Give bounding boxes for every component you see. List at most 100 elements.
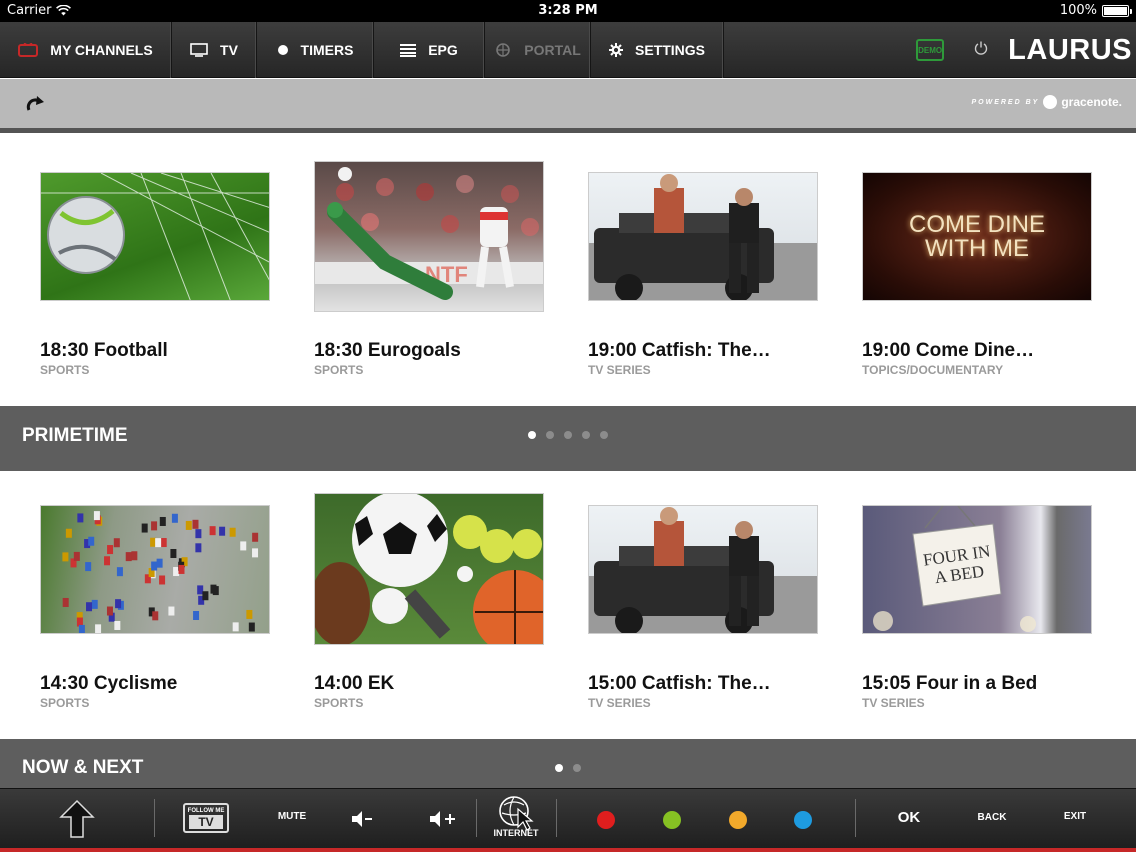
- volume-down-icon: [352, 811, 372, 827]
- follow-me-tv-label: TV: [189, 815, 223, 829]
- nav-my-channels-label: MY CHANNELS: [50, 42, 153, 58]
- powered-by-gracenote: POWERED BY gracenote.: [971, 95, 1122, 109]
- program-card[interactable]: NTF 18:30 Eurogoals SPORTS: [314, 138, 544, 406]
- program-card[interactable]: 15:00 Catfish: The… TV SERIES: [588, 471, 818, 739]
- refresh-icon[interactable]: [24, 94, 46, 116]
- program-category: SPORTS: [314, 363, 364, 377]
- come-dine-thumb-text: COME DINE WITH ME: [908, 210, 1045, 262]
- nav-portal[interactable]: PORTAL: [485, 22, 591, 78]
- nav-epg-label: EPG: [428, 42, 458, 58]
- program-card[interactable]: FOUR IN A BED 15:05 Four in a Bed TV SER…: [862, 471, 1092, 739]
- football-thumbnail: [40, 172, 270, 301]
- catfish-thumbnail: [588, 172, 818, 301]
- top-nav: MY CHANNELS TV TIMERS EPG PORTAL SETTING…: [0, 22, 1136, 78]
- program-title: 15:00 Catfish: The…: [588, 673, 771, 694]
- nav-settings-label: SETTINGS: [634, 42, 705, 58]
- record-dot-icon: [277, 45, 288, 55]
- mute-button[interactable]: MUTE: [272, 811, 312, 822]
- program-category: TV SERIES: [588, 696, 651, 710]
- page-dot[interactable]: [582, 431, 590, 439]
- come-dine-thumbnail: COME DINE WITH ME: [862, 172, 1092, 301]
- featured-row: 18:30 Football SPORTS NTF 18:30 Eurogoal…: [0, 138, 1136, 406]
- remote-control-bar: FOLLOW ME TV MUTE INTERNET OK BACK EXIT: [0, 788, 1136, 852]
- list-icon: [400, 43, 417, 57]
- monitor-icon: [190, 43, 208, 57]
- gracenote-brand: gracenote.: [1061, 95, 1122, 109]
- program-card[interactable]: 19:00 Catfish: The… TV SERIES: [588, 138, 818, 406]
- gear-icon: [608, 43, 623, 57]
- program-card[interactable]: COME DINE WITH ME 19:00 Come Dine… TOPIC…: [862, 138, 1092, 406]
- app-root: Carrier 3:28 PM 100% MY CHANNELS TV TIME…: [0, 0, 1136, 852]
- program-title: 18:30 Football: [40, 340, 168, 361]
- nav-right: DEMO LAURUS: [916, 22, 1136, 78]
- now-next-title: NOW & NEXT: [22, 757, 144, 778]
- program-category: TV SERIES: [588, 363, 651, 377]
- eurogoals-thumbnail: NTF: [314, 161, 544, 312]
- status-bar: Carrier 3:28 PM 100%: [0, 0, 1136, 22]
- four-in-a-bed-thumbnail: FOUR IN A BED: [862, 505, 1092, 634]
- page-dot[interactable]: [528, 431, 536, 439]
- divider: [855, 799, 856, 837]
- portal-icon: [496, 43, 511, 57]
- nav-my-channels[interactable]: MY CHANNELS: [0, 22, 172, 78]
- tv-channels-icon: [18, 43, 39, 57]
- program-category: SPORTS: [314, 696, 364, 710]
- battery-percent: 100%: [1059, 3, 1097, 18]
- program-title: 14:30 Cyclisme: [40, 673, 178, 694]
- ok-button[interactable]: OK: [889, 809, 929, 826]
- primetime-title: PRIMETIME: [22, 425, 128, 446]
- page-dot[interactable]: [600, 431, 608, 439]
- program-title: 14:00 EK: [314, 673, 395, 694]
- nav-epg[interactable]: EPG: [374, 22, 485, 78]
- follow-me-tv-button[interactable]: FOLLOW ME TV: [183, 803, 229, 833]
- internet-label: INTERNET: [493, 828, 539, 838]
- program-category: SPORTS: [40, 696, 90, 710]
- program-card[interactable]: 18:30 Football SPORTS: [40, 138, 270, 406]
- globe-cursor-icon: [499, 796, 534, 831]
- yellow-button[interactable]: [729, 811, 747, 829]
- program-title: 15:05 Four in a Bed: [862, 673, 1038, 694]
- volume-down-button[interactable]: [350, 809, 374, 829]
- program-title: 18:30 Eurogoals: [314, 340, 461, 361]
- up-arrow-button[interactable]: [56, 799, 98, 839]
- now-next-page-dots[interactable]: [555, 764, 581, 772]
- primetime-header: PRIMETIME: [0, 406, 1136, 471]
- battery-icon: [1102, 4, 1132, 17]
- power-icon[interactable]: [974, 41, 988, 60]
- program-category: TV SERIES: [862, 696, 925, 710]
- battery-info: 100%: [1059, 3, 1132, 18]
- follow-me-label: FOLLOW ME: [187, 808, 225, 814]
- volume-up-button[interactable]: [428, 809, 458, 829]
- back-button[interactable]: BACK: [970, 812, 1014, 823]
- ek-thumbnail: [314, 493, 544, 645]
- internet-button[interactable]: INTERNET: [490, 793, 542, 845]
- page-dot[interactable]: [546, 431, 554, 439]
- program-title: 19:00 Catfish: The…: [588, 340, 771, 361]
- blue-button[interactable]: [794, 811, 812, 829]
- toolbar: POWERED BY gracenote.: [0, 79, 1136, 133]
- bottom-accent-line: [0, 848, 1136, 852]
- red-button[interactable]: [597, 811, 615, 829]
- primetime-page-dots[interactable]: [528, 431, 608, 439]
- now-next-header: NOW & NEXT: [0, 739, 1136, 788]
- program-card[interactable]: 14:30 Cyclisme SPORTS: [40, 471, 270, 739]
- cyclisme-thumbnail: [40, 505, 270, 634]
- nav-tv-label: TV: [220, 42, 238, 58]
- up-arrow-icon: [59, 799, 95, 838]
- nav-timers[interactable]: TIMERS: [257, 22, 374, 78]
- page-dot[interactable]: [555, 764, 563, 772]
- nav-portal-label: PORTAL: [524, 42, 581, 58]
- program-category: SPORTS: [40, 363, 90, 377]
- program-title: 19:00 Come Dine…: [862, 340, 1035, 361]
- laurus-logo: LAURUS: [1008, 33, 1132, 66]
- nav-tv[interactable]: TV: [172, 22, 257, 78]
- page-dot[interactable]: [564, 431, 572, 439]
- primetime-row: 14:30 Cyclisme SPORTS 14:00 EK SPORTS 15…: [0, 471, 1136, 739]
- divider: [154, 799, 155, 837]
- nav-settings[interactable]: SETTINGS: [591, 22, 724, 78]
- program-card[interactable]: 14:00 EK SPORTS: [314, 471, 544, 739]
- exit-button[interactable]: EXIT: [1055, 811, 1095, 822]
- page-dot[interactable]: [573, 764, 581, 772]
- green-button[interactable]: [663, 811, 681, 829]
- demo-badge[interactable]: DEMO: [916, 39, 945, 61]
